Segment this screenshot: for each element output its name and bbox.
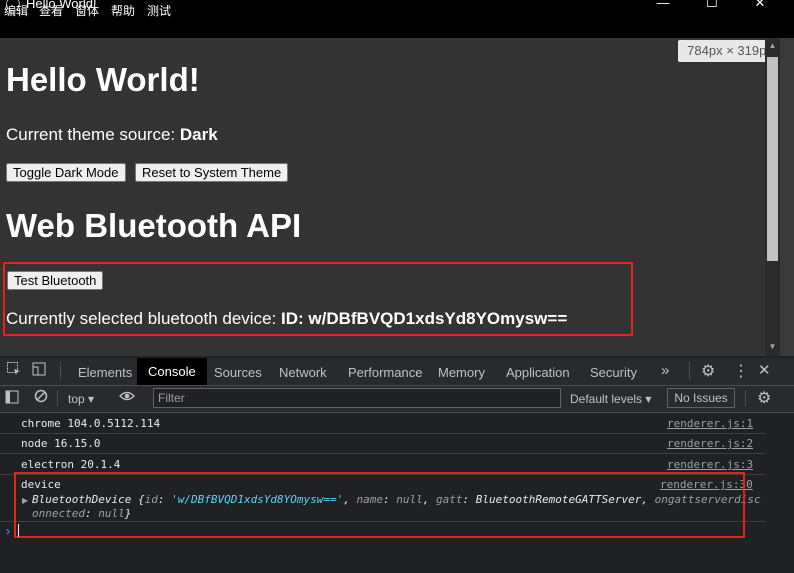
tab-performance[interactable]: Performance	[348, 365, 422, 380]
bluetooth-device-id: ID: w/DBfBVQD1xdsYd8YOmysw==	[281, 309, 568, 328]
test-bluetooth-button[interactable]: Test Bluetooth	[7, 271, 104, 290]
window-edge	[780, 38, 794, 356]
menu-view[interactable]: 查看	[39, 2, 63, 19]
inspect-element-icon[interactable]	[6, 361, 22, 381]
more-tabs-icon[interactable]: »	[661, 362, 669, 379]
scroll-up-arrow-icon[interactable]: ▲	[766, 41, 779, 53]
toolbar-separator	[57, 390, 58, 406]
context-selector[interactable]: top ▾	[68, 392, 94, 406]
tab-application[interactable]: Application	[506, 365, 570, 380]
menu-edit[interactable]: 编辑	[4, 2, 28, 19]
reset-system-theme-button[interactable]: Reset to System Theme	[135, 163, 289, 182]
console-log-row	[0, 433, 765, 454]
tab-network[interactable]: Network	[279, 365, 327, 380]
scrollbar-thumb[interactable]	[767, 57, 778, 261]
log-message: electron 20.1.4	[21, 458, 121, 471]
show-sidebar-icon[interactable]	[5, 390, 19, 407]
menu-test[interactable]: 测试	[147, 2, 171, 19]
tab-sources[interactable]: Sources	[214, 365, 262, 380]
console-settings-gear-icon[interactable]: ⚙	[757, 388, 771, 408]
menu-help[interactable]: 帮助	[111, 2, 135, 19]
maximize-button[interactable]: ☐	[689, 0, 735, 16]
log-levels-dropdown[interactable]: Default levels ▾	[570, 392, 651, 406]
log-message: node 16.15.0	[21, 437, 101, 450]
log-source-link[interactable]: renderer.js:3	[667, 458, 753, 471]
bluetooth-device-label: Currently selected bluetooth device:	[6, 309, 281, 328]
log-source-link[interactable]: renderer.js:1	[667, 417, 753, 430]
tab-memory[interactable]: Memory	[438, 365, 485, 380]
close-devtools-icon[interactable]: ✕	[758, 361, 771, 379]
device-toolbar-icon[interactable]	[31, 361, 47, 381]
more-options-icon[interactable]: ⋮	[733, 361, 749, 381]
log-message: chrome 104.0.5112.114	[21, 417, 161, 430]
highlight-box-console	[14, 472, 745, 538]
bluetooth-device-text: Currently selected bluetooth device: ID:…	[6, 309, 567, 329]
issues-button[interactable]: No Issues	[667, 388, 735, 408]
bluetooth-heading: Web Bluetooth API	[6, 207, 302, 244]
close-button[interactable]: ✕	[737, 0, 783, 16]
clear-console-icon[interactable]	[34, 389, 48, 406]
live-expression-eye-icon[interactable]	[119, 389, 135, 406]
menu-bar	[0, 18, 794, 38]
console-filter-input[interactable]: Filter	[153, 388, 561, 408]
tab-separator	[60, 362, 61, 380]
minimize-button[interactable]: —	[640, 0, 686, 16]
theme-source-text: Current theme source: Dark	[6, 125, 218, 145]
log-levels-label: Default levels	[570, 392, 643, 406]
tab-elements[interactable]: Elements	[78, 365, 132, 380]
console-input-caret[interactable]	[18, 524, 19, 537]
scroll-down-arrow-icon[interactable]: ▼	[766, 342, 779, 354]
toggle-dark-mode-button[interactable]: Toggle Dark Mode	[6, 163, 126, 182]
tab-console[interactable]: Console	[137, 358, 207, 385]
page-title: Hello World!	[6, 61, 200, 98]
theme-source-label: Current theme source:	[6, 125, 180, 144]
theme-source-value: Dark	[179, 125, 218, 144]
settings-gear-icon[interactable]: ⚙	[701, 361, 715, 381]
console-prompt-icon: ›	[6, 524, 10, 538]
log-source-link[interactable]: renderer.js:2	[667, 437, 753, 450]
tab-separator	[689, 362, 690, 380]
context-selector-label: top	[68, 392, 85, 406]
toolbar-separator	[745, 390, 746, 406]
tab-security[interactable]: Security	[590, 365, 637, 380]
menu-window[interactable]: 窗体	[75, 2, 99, 19]
